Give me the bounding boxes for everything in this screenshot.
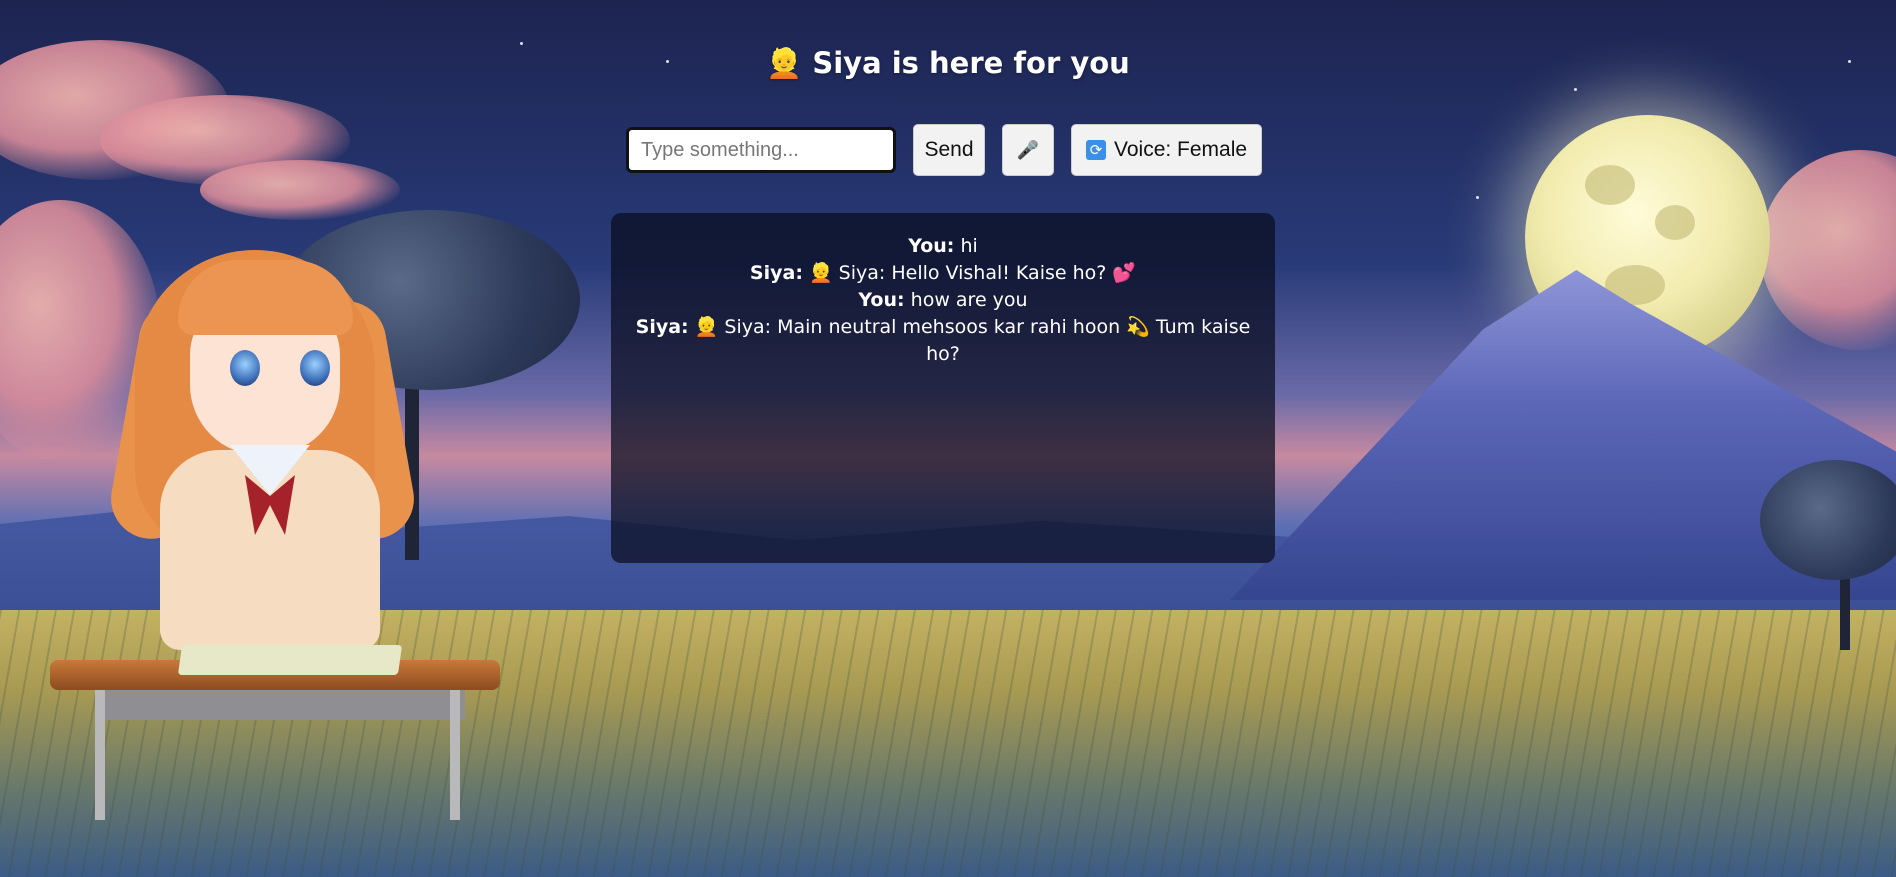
message-text: hi: [960, 235, 978, 257]
microphone-icon: 🎤: [1016, 139, 1040, 160]
voice-toggle-button[interactable]: ⟳ Voice: Female: [1071, 124, 1263, 176]
mic-button[interactable]: 🎤: [1002, 124, 1054, 176]
character-illustration: [50, 240, 500, 840]
chat-log: You: hi Siya: 👱 Siya: Hello Vishal! Kais…: [611, 213, 1275, 563]
message-text: how are you: [910, 289, 1028, 311]
message-text: 👱 Siya: Hello Vishal! Kaise ho? 💕: [808, 262, 1137, 284]
star: [1574, 88, 1577, 91]
message-text: 👱 Siya: Main neutral mehsoos kar rahi ho…: [694, 316, 1251, 365]
message-sender: You:: [908, 235, 955, 257]
chat-controls: Send 🎤 ⟳ Voice: Female: [626, 124, 1263, 176]
star: [1476, 196, 1479, 199]
page-title: 👱 Siya is here for you: [766, 46, 1130, 80]
message-sender: Siya:: [749, 262, 803, 284]
message-sender: Siya:: [635, 316, 689, 338]
book: [177, 645, 403, 675]
star: [520, 42, 523, 45]
chat-message: Siya: 👱 Siya: Main neutral mehsoos kar r…: [621, 314, 1265, 368]
message-input[interactable]: [626, 127, 896, 173]
chat-message: Siya: 👱 Siya: Hello Vishal! Kaise ho? 💕: [621, 260, 1265, 287]
chat-message: You: how are you: [621, 287, 1265, 314]
chat-message: You: hi: [621, 233, 1265, 260]
voice-label: Voice: Female: [1114, 138, 1248, 161]
message-sender: You:: [858, 289, 905, 311]
cloud: [200, 160, 400, 220]
cycle-icon: ⟳: [1086, 140, 1106, 160]
send-button[interactable]: Send: [913, 124, 985, 176]
cloud: [1760, 150, 1896, 350]
